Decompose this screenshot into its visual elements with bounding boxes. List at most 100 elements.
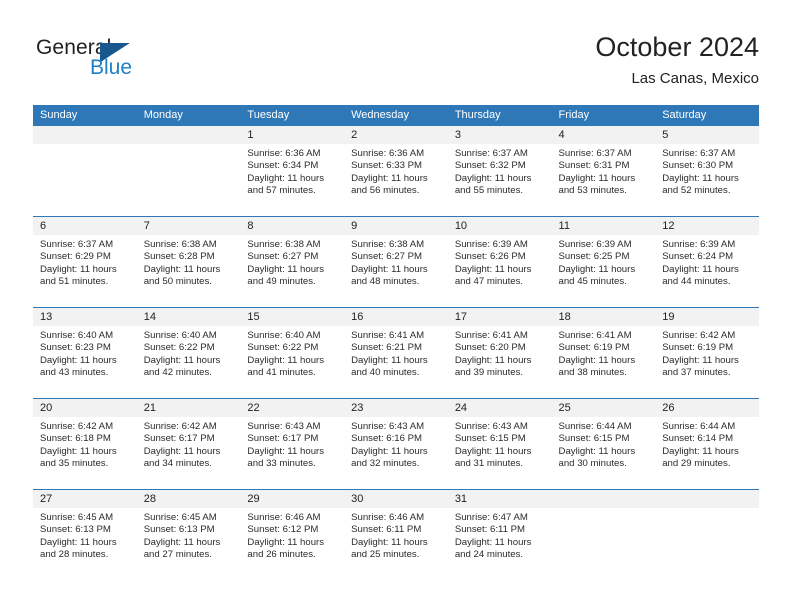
calendar-day-cell-18[interactable]: 18 Sunrise: 6:41 AM Sunset: 6:19 PM Dayligh… — [551, 307, 656, 399]
calendar-day-cell-14[interactable]: 14 Sunrise: 6:40 AM Sunset: 6:22 PM Dayligh… — [136, 307, 241, 399]
day-info-line: Sunrise: 6:46 AM — [351, 512, 425, 523]
day-info-line: and 35 minutes. — [40, 458, 109, 470]
day-info-line: Sunrise: 6:38 AM — [351, 239, 425, 250]
calendar-day-cell-25[interactable]: 25 Sunrise: 6:44 AM Sunset: 6:15 PM Dayligh… — [551, 398, 656, 490]
day-info-line: and 29 minutes. — [662, 458, 731, 470]
calendar-day-cell-29[interactable]: 29 Sunrise: 6:46 AM Sunset: 6:12 PM Dayligh… — [240, 489, 345, 580]
day-info-line: Daylight: 11 hours — [454, 536, 532, 548]
title-block: October 2024 Las Canas, Mexico — [595, 30, 759, 90]
calendar-day-cell-19[interactable]: 19 Sunrise: 6:42 AM Sunset: 6:19 PM Dayligh… — [655, 307, 759, 399]
day-info-line: Daylight: 11 hours — [454, 445, 532, 457]
day-info-line: Sunrise: 6:37 AM — [662, 148, 736, 159]
calendar-day-cell-28[interactable]: 28 Sunrise: 6:45 AM Sunset: 6:13 PM Dayligh… — [136, 489, 241, 580]
day-sun-info: Sunrise: 6:43 AM Sunset: 6:16 PM Daylight:… — [344, 417, 448, 471]
calendar-day-cell-12[interactable]: 12 Sunrise: 6:39 AM Sunset: 6:24 PM Dayligh… — [655, 216, 759, 308]
general-blue-logo[interactable]: General Blue — [36, 36, 206, 88]
calendar-day-cell-4[interactable]: 4 Sunrise: 6:37 AM Sunset: 6:31 PM Daylight… — [551, 126, 656, 217]
page-header: General Blue October 2024 Las Canas, Mex… — [0, 0, 792, 100]
calendar-week-row: 1 Sunrise: 6:36 AM Sunset: 6:34 PM Daylight… — [33, 126, 759, 217]
day-info-line: and 53 minutes. — [558, 185, 627, 197]
day-info-line: Sunset: 6:21 PM — [351, 342, 423, 354]
day-info-line: and 31 minutes. — [454, 458, 524, 470]
day-info-line: Sunset: 6:32 PM — [454, 160, 526, 172]
calendar-day-cell-3[interactable]: 3 Sunrise: 6:37 AM Sunset: 6:32 PM Daylight… — [447, 126, 552, 217]
day-number — [136, 126, 241, 144]
day-number: 29 — [240, 490, 345, 508]
day-number: 18 — [551, 308, 656, 326]
calendar-day-cell-10[interactable]: 10 Sunrise: 6:39 AM Sunset: 6:26 PM Dayligh… — [447, 216, 552, 308]
day-number: 23 — [344, 399, 448, 417]
day-info-line: Daylight: 11 hours — [40, 354, 117, 366]
day-info-line: Sunset: 6:26 PM — [454, 251, 526, 263]
day-info-line: Daylight: 11 hours — [143, 354, 221, 366]
calendar-day-cell-6[interactable]: 6 Sunrise: 6:37 AM Sunset: 6:29 PM Daylight… — [33, 216, 137, 308]
day-number: 17 — [447, 308, 552, 326]
day-number: 10 — [447, 217, 552, 235]
calendar-day-cell-1[interactable]: 1 Sunrise: 6:36 AM Sunset: 6:34 PM Daylight… — [240, 126, 345, 217]
calendar-day-cell-17[interactable]: 17 Sunrise: 6:41 AM Sunset: 6:20 PM Dayligh… — [447, 307, 552, 399]
day-sun-info: Sunrise: 6:46 AM Sunset: 6:12 PM Daylight:… — [240, 508, 344, 562]
day-info-line: Daylight: 11 hours — [40, 445, 117, 457]
day-sun-info: Sunrise: 6:37 AM Sunset: 6:30 PM Daylight:… — [655, 144, 759, 198]
day-number — [33, 126, 137, 144]
day-number: 8 — [240, 217, 345, 235]
calendar-day-cell-5[interactable]: 5 Sunrise: 6:37 AM Sunset: 6:30 PM Daylight… — [655, 126, 759, 217]
calendar-week-row: 27 Sunrise: 6:45 AM Sunset: 6:13 PM Dayligh… — [33, 489, 759, 580]
day-info-line: Sunrise: 6:37 AM — [40, 239, 114, 250]
day-sun-info: Sunrise: 6:43 AM Sunset: 6:17 PM Daylight:… — [240, 417, 344, 471]
calendar-day-cell-30[interactable]: 30 Sunrise: 6:46 AM Sunset: 6:11 PM Dayligh… — [344, 489, 448, 580]
calendar-day-cell-8[interactable]: 8 Sunrise: 6:38 AM Sunset: 6:27 PM Daylight… — [240, 216, 345, 308]
calendar-day-cell-20[interactable]: 20 Sunrise: 6:42 AM Sunset: 6:18 PM Dayligh… — [33, 398, 137, 490]
day-info-line: Sunset: 6:28 PM — [143, 251, 215, 263]
day-number: 24 — [447, 399, 552, 417]
day-info-line: Daylight: 11 hours — [247, 172, 325, 184]
weekday-header-friday: Friday — [551, 105, 656, 126]
calendar-day-cell-16[interactable]: 16 Sunrise: 6:41 AM Sunset: 6:21 PM Dayligh… — [344, 307, 448, 399]
day-info-line: Sunset: 6:34 PM — [247, 160, 319, 172]
calendar-day-cell-31[interactable]: 31 Sunrise: 6:47 AM Sunset: 6:11 PM Dayligh… — [447, 489, 552, 580]
calendar-day-cell-21[interactable]: 21 Sunrise: 6:42 AM Sunset: 6:17 PM Dayligh… — [136, 398, 241, 490]
day-info-line: Sunset: 6:14 PM — [662, 433, 734, 445]
day-info-line: and 38 minutes. — [558, 367, 627, 379]
day-info-line: and 51 minutes. — [40, 276, 109, 288]
calendar-week-row: 6 Sunrise: 6:37 AM Sunset: 6:29 PM Daylight… — [33, 216, 759, 308]
day-sun-info: Sunrise: 6:38 AM Sunset: 6:27 PM Daylight:… — [240, 235, 344, 289]
day-info-line: Sunrise: 6:39 AM — [662, 239, 736, 250]
day-info-line: Sunset: 6:13 PM — [40, 524, 111, 536]
calendar-day-cell-23[interactable]: 23 Sunrise: 6:43 AM Sunset: 6:16 PM Dayligh… — [344, 398, 448, 490]
calendar-day-cell-11[interactable]: 11 Sunrise: 6:39 AM Sunset: 6:25 PM Dayligh… — [551, 216, 656, 308]
calendar-day-cell-9[interactable]: 9 Sunrise: 6:38 AM Sunset: 6:27 PM Daylight… — [344, 216, 448, 308]
day-number: 3 — [447, 126, 552, 144]
calendar-day-cell-24[interactable]: 24 Sunrise: 6:43 AM Sunset: 6:15 PM Dayligh… — [447, 398, 552, 490]
calendar-day-cell-13[interactable]: 13 Sunrise: 6:40 AM Sunset: 6:23 PM Dayligh… — [33, 307, 137, 399]
day-number: 26 — [655, 399, 759, 417]
calendar-day-cell-22[interactable]: 22 Sunrise: 6:43 AM Sunset: 6:17 PM Dayligh… — [240, 398, 345, 490]
calendar-day-cell-7[interactable]: 7 Sunrise: 6:38 AM Sunset: 6:28 PM Daylight… — [136, 216, 241, 308]
day-info-line: and 43 minutes. — [40, 367, 109, 379]
day-info-line: Daylight: 11 hours — [143, 445, 221, 457]
day-info-line: Sunrise: 6:42 AM — [40, 421, 114, 432]
day-info-line: and 49 minutes. — [247, 276, 316, 288]
day-number — [655, 490, 759, 508]
day-info-line: Sunrise: 6:40 AM — [143, 330, 217, 341]
calendar-day-cell-27[interactable]: 27 Sunrise: 6:45 AM Sunset: 6:13 PM Dayligh… — [33, 489, 137, 580]
day-number: 30 — [344, 490, 448, 508]
day-info-line: Daylight: 11 hours — [247, 263, 325, 275]
day-sun-info: Sunrise: 6:42 AM Sunset: 6:19 PM Daylight:… — [655, 326, 759, 380]
calendar-body: 1 Sunrise: 6:36 AM Sunset: 6:34 PM Daylight… — [33, 126, 759, 580]
calendar-day-cell-26[interactable]: 26 Sunrise: 6:44 AM Sunset: 6:14 PM Dayligh… — [655, 398, 759, 490]
day-info-line: Sunset: 6:31 PM — [558, 160, 630, 172]
day-info-line: Daylight: 11 hours — [454, 172, 532, 184]
day-info-line: Sunrise: 6:47 AM — [454, 512, 528, 523]
calendar-day-cell-2[interactable]: 2 Sunrise: 6:36 AM Sunset: 6:33 PM Daylight… — [344, 126, 448, 217]
day-info-line: Sunrise: 6:43 AM — [247, 421, 321, 432]
calendar-header-row: Sunday Monday Tuesday Wednesday Thursday Frid… — [33, 105, 759, 126]
day-sun-info: Sunrise: 6:39 AM Sunset: 6:26 PM Daylight:… — [448, 235, 552, 289]
day-info-line: and 52 minutes. — [662, 185, 731, 197]
day-number: 6 — [33, 217, 137, 235]
day-info-line: Sunrise: 6:37 AM — [454, 148, 528, 159]
calendar-day-cell-15[interactable]: 15 Sunrise: 6:40 AM Sunset: 6:22 PM Dayligh… — [240, 307, 345, 399]
day-info-line: Daylight: 11 hours — [662, 354, 739, 366]
day-info-line: Sunset: 6:13 PM — [143, 524, 215, 536]
day-info-line: Sunrise: 6:41 AM — [558, 330, 632, 341]
